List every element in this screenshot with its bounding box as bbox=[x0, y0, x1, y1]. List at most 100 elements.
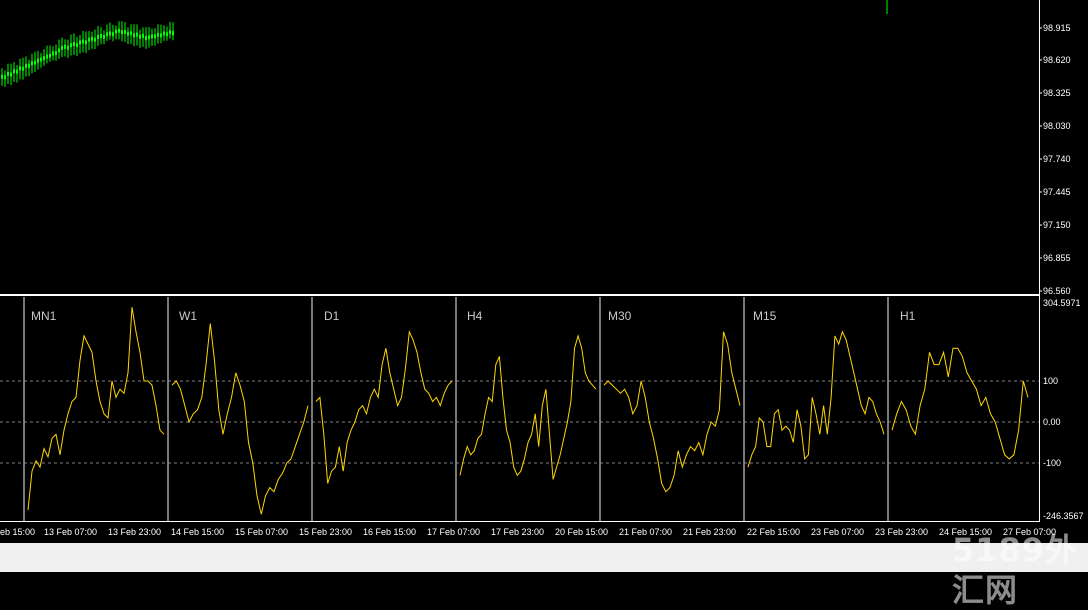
candle-body bbox=[70, 43, 72, 48]
timeframe-label-m15: M15 bbox=[753, 309, 777, 323]
timeframe-label-h1: H1 bbox=[900, 309, 916, 323]
candle-body bbox=[43, 56, 45, 61]
bottom-bar bbox=[0, 543, 1088, 572]
candle-body bbox=[46, 54, 48, 59]
candle-body bbox=[28, 63, 30, 68]
indicator-level-neg100-label: -100 bbox=[1043, 458, 1062, 468]
price-label: 97.445 bbox=[1043, 187, 1071, 197]
candle-body bbox=[16, 69, 18, 74]
candle-body bbox=[142, 33, 144, 38]
candle-body bbox=[169, 30, 171, 35]
price-label: 98.915 bbox=[1043, 23, 1071, 33]
candle-body bbox=[133, 33, 135, 38]
candle-body bbox=[34, 60, 36, 65]
chart-canvas[interactable] bbox=[0, 0, 1088, 572]
candle-body bbox=[121, 30, 123, 35]
time-label: eb 15:00 bbox=[0, 527, 36, 537]
candle-body bbox=[88, 37, 90, 42]
candle-body bbox=[172, 31, 174, 36]
indicator-max-label: 304.5971 bbox=[1043, 298, 1081, 308]
pane-divider[interactable] bbox=[0, 294, 1040, 296]
candle-body bbox=[31, 61, 33, 66]
indicator-line-mn1 bbox=[27, 307, 165, 511]
candle-body bbox=[4, 75, 6, 80]
candle-body bbox=[55, 51, 57, 56]
indicator-min-label: -246.3567 bbox=[1043, 511, 1084, 521]
candle-body bbox=[85, 40, 87, 45]
candle-body bbox=[112, 32, 114, 37]
candle-body bbox=[10, 72, 12, 77]
candle-body bbox=[61, 45, 63, 50]
time-label: 20 Feb 15:00 bbox=[555, 527, 609, 537]
time-label: 21 Feb 07:00 bbox=[619, 527, 673, 537]
candle-body bbox=[40, 57, 42, 62]
indicator-line-m15 bbox=[747, 330, 885, 468]
candle-body bbox=[13, 69, 15, 74]
candle-body bbox=[106, 32, 108, 37]
candle-body bbox=[157, 32, 159, 37]
candle-body bbox=[136, 32, 138, 37]
indicator-axis-line bbox=[1039, 296, 1040, 522]
candle-body bbox=[79, 40, 81, 45]
time-label: 15 Feb 23:00 bbox=[299, 527, 353, 537]
candle-body bbox=[7, 71, 9, 76]
candle-body bbox=[109, 31, 111, 36]
timeframe-label-d1: D1 bbox=[324, 309, 340, 323]
time-label: 17 Feb 07:00 bbox=[427, 527, 481, 537]
watermark-logo: 5189外汇网 bbox=[952, 531, 1079, 609]
candle-body bbox=[76, 43, 78, 48]
indicator-line-h1 bbox=[891, 347, 1029, 460]
indicator-line-m30 bbox=[603, 331, 741, 493]
trading-terminal: 98.915 98.620 98.325 98.030 97.740 97.44… bbox=[0, 0, 1088, 609]
candle-body bbox=[49, 53, 51, 58]
price-label: 98.325 bbox=[1043, 88, 1071, 98]
candle-body bbox=[19, 66, 21, 71]
time-label: 13 Feb 23:00 bbox=[108, 527, 162, 537]
candle-body bbox=[124, 29, 126, 34]
time-label: 14 Feb 15:00 bbox=[171, 527, 225, 537]
time-label: 23 Feb 07:00 bbox=[811, 527, 865, 537]
time-label: 15 Feb 07:00 bbox=[235, 527, 289, 537]
candle-body bbox=[139, 34, 141, 39]
time-label: 23 Feb 23:00 bbox=[875, 527, 929, 537]
candle-body bbox=[25, 63, 27, 68]
time-label: 21 Feb 23:00 bbox=[683, 527, 737, 537]
indicator-level-100-label: 100 bbox=[1043, 376, 1059, 386]
indicator-line-h4 bbox=[459, 334, 597, 480]
indicator-line-d1 bbox=[315, 329, 453, 484]
price-label: 97.740 bbox=[1043, 154, 1071, 164]
candle-body bbox=[1, 74, 3, 79]
candle-body bbox=[130, 31, 132, 36]
timeframe-label-mn1: MN1 bbox=[31, 309, 57, 323]
candle-body bbox=[58, 48, 60, 53]
price-axis-line bbox=[1039, 0, 1040, 295]
candle-body bbox=[37, 58, 39, 63]
timeframe-label-w1: W1 bbox=[179, 309, 197, 323]
indicator-line-w1 bbox=[171, 323, 309, 515]
candle-body bbox=[100, 34, 102, 39]
price-label: 96.560 bbox=[1043, 286, 1071, 296]
candle-body bbox=[82, 39, 84, 44]
candle-body bbox=[154, 34, 156, 39]
price-candles bbox=[1, 0, 888, 87]
candle-body bbox=[127, 31, 129, 36]
candle-body bbox=[64, 44, 66, 49]
timeframe-label-h4: H4 bbox=[467, 309, 483, 323]
timeframe-separators bbox=[23, 297, 889, 521]
candle-body bbox=[67, 45, 69, 50]
candle-body bbox=[22, 66, 24, 71]
candle-body bbox=[103, 34, 105, 39]
candle-body bbox=[94, 37, 96, 42]
candle-body bbox=[52, 51, 54, 56]
time-axis-line bbox=[0, 521, 1040, 522]
candle-body bbox=[97, 34, 99, 39]
candle-body bbox=[115, 29, 117, 34]
price-label: 98.620 bbox=[1043, 55, 1071, 65]
candle-body bbox=[166, 32, 168, 37]
indicator-level-0-label: 0.00 bbox=[1043, 417, 1061, 427]
candle-body bbox=[151, 34, 153, 39]
candle-body bbox=[73, 42, 75, 47]
time-label: 16 Feb 15:00 bbox=[363, 527, 417, 537]
candle-body bbox=[163, 31, 165, 36]
price-label: 96.855 bbox=[1043, 253, 1071, 263]
